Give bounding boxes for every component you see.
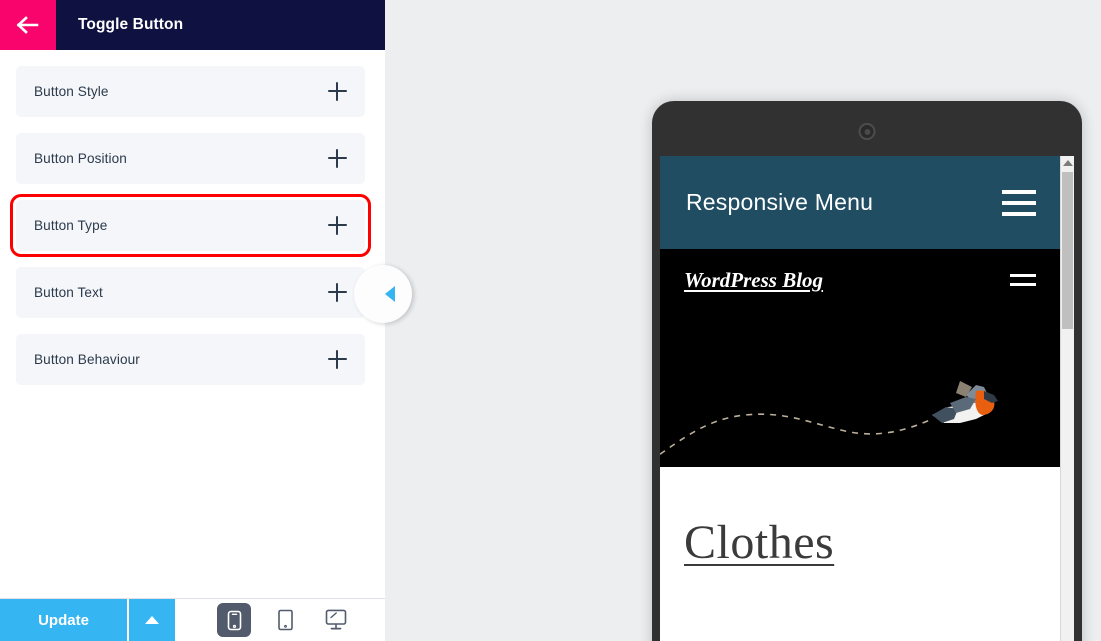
preview-area: Responsive Menu WordPress Blog Clothes (385, 0, 1101, 641)
accordion-label: Button Behaviour (34, 352, 140, 367)
plus-icon[interactable] (328, 82, 347, 101)
mobile-icon (227, 610, 241, 630)
flying-bird-with-dashed-trail-icon (660, 381, 998, 456)
site-preview: Responsive Menu WordPress Blog Clothes (660, 156, 1060, 641)
hamburger-icon[interactable] (1010, 274, 1036, 286)
site-title-link[interactable]: WordPress Blog (684, 268, 823, 293)
preview-scrollbar[interactable] (1060, 156, 1074, 641)
scroll-up-arrow-icon[interactable] (1062, 160, 1073, 166)
accordion-item-button-behaviour[interactable]: Button Behaviour (16, 334, 365, 385)
caret-up-icon (145, 616, 159, 624)
device-button-desktop[interactable] (319, 603, 353, 637)
plus-icon[interactable] (328, 350, 347, 369)
device-button-mobile[interactable] (217, 603, 251, 637)
accordion-list: Button Style Button Position Button Type… (0, 50, 385, 598)
chevron-left-icon (385, 286, 395, 302)
hero-image (660, 311, 1060, 467)
desktop-icon (325, 609, 347, 630)
bottom-toolbar: Update (0, 598, 385, 641)
panel-collapse-toggle[interactable] (354, 265, 412, 323)
plus-icon[interactable] (328, 216, 347, 235)
plus-icon[interactable] (328, 149, 347, 168)
site-header-bar: WordPress Blog (660, 249, 1060, 311)
tablet-icon (277, 609, 293, 631)
phone-mockup: Responsive Menu WordPress Blog Clothes (652, 101, 1082, 641)
accordion-label: Button Position (34, 151, 127, 166)
page-title: Toggle Button (78, 16, 184, 33)
phone-screen: Responsive Menu WordPress Blog Clothes (660, 156, 1074, 641)
post-title[interactable]: Clothes (684, 515, 834, 570)
post-body: Clothes (660, 467, 1060, 627)
camera-icon (858, 123, 876, 140)
device-button-tablet[interactable] (268, 603, 302, 637)
accordion-label: Button Type (34, 218, 108, 233)
responsive-menu-title: Responsive Menu (686, 189, 874, 215)
update-options-button[interactable] (129, 599, 175, 641)
accordion-item-button-type[interactable]: Button Type (10, 194, 371, 257)
accordion-item-button-text[interactable]: Button Text (16, 267, 365, 318)
responsive-menu-bar: Responsive Menu (660, 156, 1060, 249)
arrow-left-icon (16, 16, 39, 34)
accordion-label: Button Style (34, 84, 109, 99)
panel-header: Toggle Button (0, 0, 385, 50)
update-button[interactable]: Update (0, 599, 127, 641)
collapse-tab-circle (354, 265, 412, 323)
accordion-label: Button Text (34, 285, 103, 300)
app-root: Responsive Menu WordPress Blog Clothes T… (0, 0, 1101, 641)
scrollbar-thumb[interactable] (1062, 172, 1073, 329)
device-switcher (217, 599, 353, 641)
back-button[interactable] (0, 0, 56, 50)
settings-panel: Toggle Button Button Style Button Positi… (0, 0, 385, 641)
hamburger-icon[interactable] (1002, 189, 1036, 216)
accordion-item-button-position[interactable]: Button Position (16, 133, 365, 184)
accordion-item-button-style[interactable]: Button Style (16, 66, 365, 117)
plus-icon[interactable] (328, 283, 347, 302)
